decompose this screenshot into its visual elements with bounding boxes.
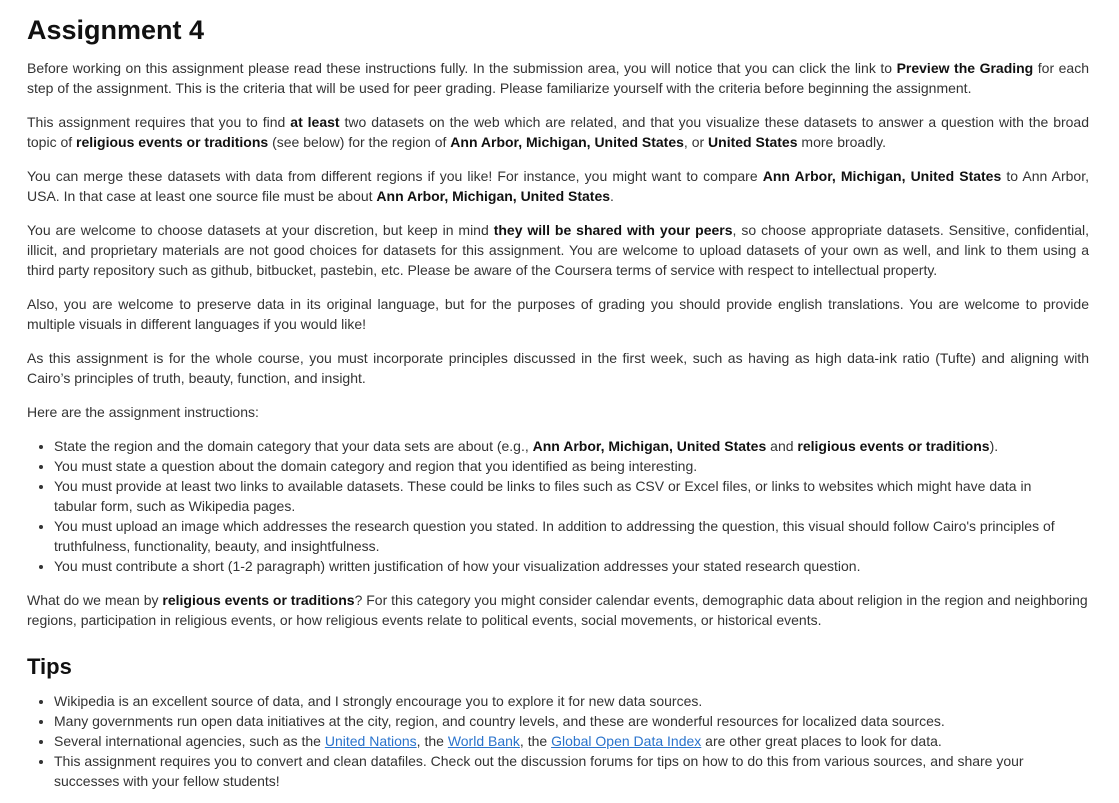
list-item: You must state a question about the doma… (54, 456, 1064, 476)
list-item: You must upload an image which addresses… (54, 516, 1064, 556)
world-bank-link[interactable]: World Bank (448, 733, 520, 749)
global-open-data-index-link[interactable]: Global Open Data Index (551, 733, 701, 749)
intro-paragraph-principles: As this assignment is for the whole cour… (27, 350, 1089, 386)
tips-list: Wikipedia is an excellent source of data… (27, 691, 1064, 791)
intro-paragraph-merge: You can merge these datasets with data f… (27, 168, 1089, 204)
instructions-list: State the region and the domain category… (27, 436, 1064, 576)
intro-paragraph-requirements: This assignment requires that you to fin… (27, 114, 1090, 150)
list-item: State the region and the domain category… (54, 436, 1064, 456)
category-explanation: What do we mean by religious events or t… (27, 592, 1088, 628)
list-item: You must contribute a short (1-2 paragra… (54, 556, 1064, 576)
united-nations-link[interactable]: United Nations (325, 733, 417, 749)
instructions-intro: Here are the assignment instructions: (27, 404, 259, 420)
tips-heading: Tips (27, 654, 72, 679)
list-item: Several international agencies, such as … (54, 731, 1064, 751)
list-item: You must provide at least two links to a… (54, 476, 1064, 516)
intro-paragraph-datasets: You are welcome to choose datasets at yo… (27, 222, 1089, 278)
list-item: This assignment requires you to convert … (54, 751, 1064, 791)
intro-paragraph-language: Also, you are welcome to preserve data i… (27, 296, 1089, 332)
list-item: Many governments run open data initiativ… (54, 711, 1064, 731)
page-title: Assignment 4 (27, 15, 205, 45)
assignment-page: Assignment 4 Before working on this assi… (0, 0, 1119, 791)
list-item: Wikipedia is an excellent source of data… (54, 691, 1064, 711)
intro-paragraph-grading: Before working on this assignment please… (27, 60, 1089, 96)
